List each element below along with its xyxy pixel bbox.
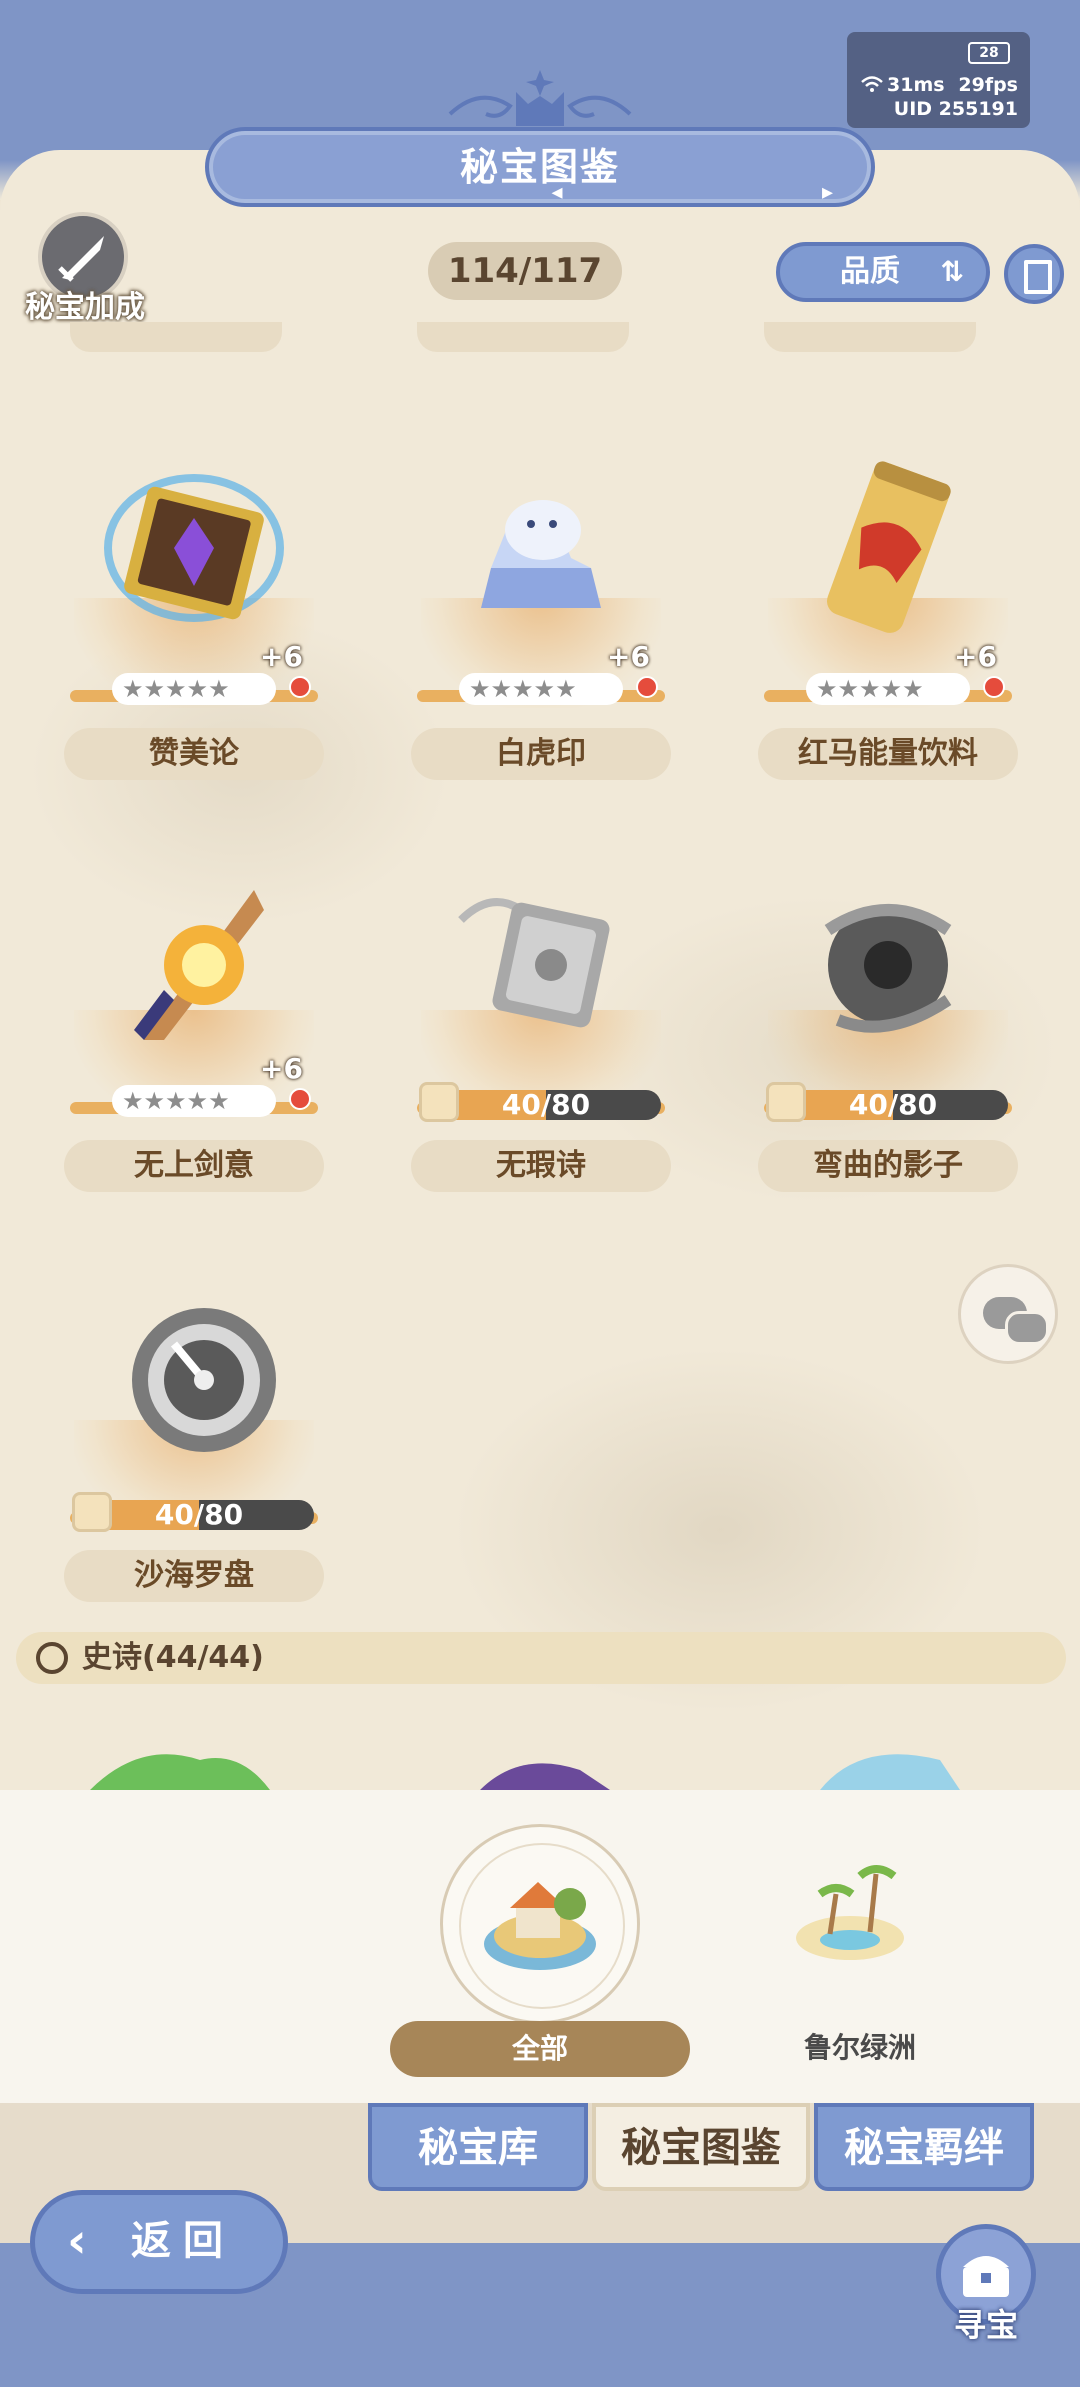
silver-poetry-book-icon [458,898,610,1028]
upgrade-level: +6 [954,640,997,673]
battery-indicator: 28 [968,42,1010,64]
partial-name-plate [764,322,976,352]
guide-book-button[interactable] [1004,244,1064,304]
tab-treasure-bonds[interactable]: 秘宝羁绊 [814,2103,1034,2191]
region-all-button[interactable]: 全部 [390,2021,690,2077]
page-title-banner: ◂ 秘宝图鉴 ▸ [205,127,875,207]
shard-progress-bar: 40/80 [431,1090,661,1120]
collection-count: 114/117 [428,242,622,300]
treasure-name: 无瑕诗 [411,1140,671,1192]
region-oasis-label[interactable]: 鲁尔绿洲 [760,2026,960,2066]
wifi-icon [861,76,883,92]
golden-book-icon [104,474,284,622]
curved-shadow-icon [824,904,952,1033]
back-button[interactable]: ‹ 返回 [30,2190,288,2294]
epic-treasure-peek-icon [90,1754,270,1790]
upgrade-level: +6 [260,1052,303,1085]
tab-treasure-vault[interactable]: 秘宝库 [368,2103,588,2191]
puzzle-piece-icon [72,1492,112,1532]
partial-name-plate [70,322,282,352]
shard-progress-text: 40/80 [154,1500,244,1530]
treasure-card[interactable]: +6 ★★★★★ 白虎印 [411,418,671,780]
notification-dot [983,676,1005,698]
treasure-card[interactable]: +6 ★★★★★ 赞美论 [64,418,324,780]
treasure-card[interactable]: 40/80 沙海罗盘 [64,1240,324,1602]
chat-button[interactable] [958,1264,1058,1364]
puzzle-piece-icon [419,1082,459,1122]
section-label: 史诗(44/44) [82,1640,264,1675]
notification-dot [636,676,658,698]
shard-progress-bar: 40/80 [778,1090,1008,1120]
shard-progress-text: 40/80 [848,1090,938,1120]
shard-progress-text: 40/80 [501,1090,591,1120]
notification-dot [289,1088,311,1110]
tab-treasure-codex[interactable]: 秘宝图鉴 [592,2103,810,2191]
treasure-card[interactable]: +6 ★★★★★ 红马能量饮料 [758,418,1018,780]
fps-text: 29fps [958,74,1018,96]
treasure-name: 无上剑意 [64,1140,324,1192]
upgrade-level: +6 [607,640,650,673]
epic-treasure-peek-icon [480,1763,610,1790]
rarity-section-header: 史诗(44/44) [16,1632,1066,1684]
star-rating: ★★★★★ [112,673,276,705]
cat-crest-icon [448,70,632,126]
sort-toggle-icon: ⇅ [940,255,964,288]
energy-drink-can-icon [826,461,951,633]
treasure-name: 弯曲的影子 [758,1140,1018,1192]
star-rating: ★★★★★ [806,673,970,705]
oasis-island-icon[interactable] [790,1854,910,1964]
notification-dot [289,676,311,698]
epic-rarity-icon [36,1642,68,1674]
star-rating: ★★★★★ [459,673,623,705]
partial-name-plate [417,322,629,352]
treasure-name: 白虎印 [411,728,671,780]
upgrade-level: +6 [260,640,303,673]
back-label: 返回 [131,2218,235,2264]
performance-overlay: 28 31ms 29fps UID 255191 [847,32,1030,128]
title-right-arrow-icon: ▸ [821,180,835,205]
home-island-icon [484,1882,596,1970]
treasure-name: 红马能量饮料 [758,728,1018,780]
treasure-name: 沙海罗盘 [64,1550,324,1602]
treasure-bonus-label: 秘宝加成 [25,290,145,325]
white-tiger-seal-icon [481,500,601,608]
sword-spirit-icon [134,890,264,1040]
sort-quality-button[interactable]: 品质 ⇅ [776,242,990,302]
sand-sea-compass-icon [132,1308,276,1452]
treasure-name: 赞美论 [64,728,324,780]
shard-progress-bar: 40/80 [84,1500,314,1530]
treasure-card[interactable]: 40/80 无瑕诗 [411,830,671,1192]
uid-text: UID 255191 [893,98,1018,120]
sort-label: 品质 [840,254,900,289]
treasure-hunt-label: 寻宝 [953,2306,1018,2344]
treasure-card[interactable]: 40/80 弯曲的影子 [758,830,1018,1192]
back-chevron-icon: ‹ [67,2213,87,2269]
page-title: 秘宝图鉴 [459,145,620,189]
ping-text: 31ms [887,74,945,96]
epic-treasure-peek-icon [820,1754,960,1790]
puzzle-piece-icon [766,1082,806,1122]
treasure-card[interactable]: +6 ★★★★★ 无上剑意 [64,830,324,1192]
star-rating: ★★★★★ [112,1085,276,1117]
